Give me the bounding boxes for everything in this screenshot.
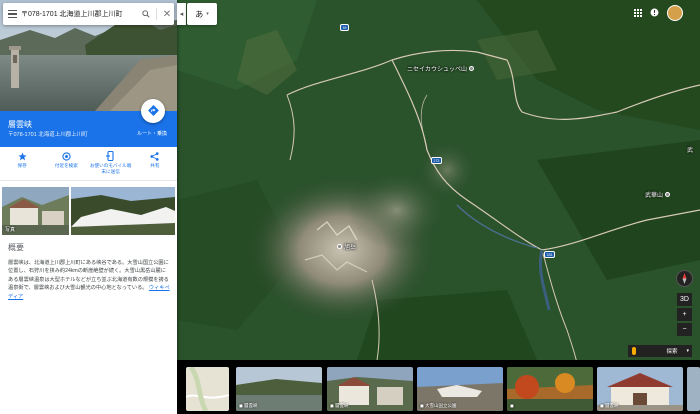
photos-caption: 写真 — [5, 227, 16, 233]
route-shield: 333 — [544, 251, 555, 258]
strip-label: ◼ 層雲峡 — [330, 403, 349, 409]
strip-photo[interactable]: ◼ 層雲峡 — [597, 367, 683, 411]
save-button[interactable]: 保存 — [0, 147, 44, 180]
map-view-thumbnail[interactable] — [186, 367, 229, 411]
mountain-icon — [665, 192, 671, 197]
share-label: 共有 — [150, 163, 160, 168]
search-input[interactable]: 〒078-1701 北海道上川郡上川町 — [21, 9, 139, 19]
share-icon — [150, 151, 160, 161]
summary-heading: 概要 — [8, 243, 24, 252]
search-icon[interactable] — [139, 3, 153, 25]
zoom-out-button[interactable]: − — [677, 323, 692, 336]
poi-asahidake[interactable]: 旭岳 — [337, 242, 356, 251]
search-box[interactable]: 〒078-1701 北海道上川郡上川町 ✕ — [3, 3, 174, 25]
strip-label-text: 層雲峡 — [244, 403, 258, 408]
directions-button[interactable] — [141, 99, 165, 123]
close-icon[interactable]: ✕ — [160, 9, 174, 20]
search-divider — [156, 8, 157, 20]
place-panel: 層雲峡 〒078-1701 北海道上川郡上川町 保存 付近を検索 お使いのモバイ… — [0, 0, 177, 414]
star-icon — [17, 151, 27, 161]
explore-label: 探索 — [666, 349, 678, 355]
notifications-icon[interactable] — [650, 8, 659, 19]
summary-text: 層雲峡は、北海道上川郡上川町にある峡谷である。大雪山国立公園に位置し、石狩川を挟… — [8, 259, 171, 301]
summary-body: 層雲峡は、北海道上川郡上川町にある峡谷である。大雪山国立公園に位置し、石狩川を挟… — [8, 260, 169, 292]
collapse-panel-button[interactable]: ◂ — [177, 3, 186, 25]
save-label: 保存 — [17, 163, 27, 168]
zoom-in-button[interactable]: + — [677, 308, 692, 321]
nearby-button[interactable]: 付近を検索 — [44, 147, 88, 180]
apps-icon[interactable] — [634, 9, 642, 17]
poi-asahidake-label: 旭岳 — [344, 245, 357, 251]
strip-label: ◼ 大雪山国立公園 — [420, 403, 457, 409]
strip-photo[interactable]: ◼ 層雲峡 — [236, 367, 322, 411]
send-to-phone-button[interactable]: お使いのモバイル端末に送信 — [89, 147, 133, 180]
camera-icon: ◼ — [510, 403, 514, 408]
compass-icon[interactable] — [676, 270, 693, 287]
photo-gallery: 写真 — [2, 187, 175, 235]
place-name: 層雲峡 — [8, 120, 32, 129]
poi-mushaka[interactable]: 武華山 — [645, 190, 671, 199]
pegman-icon[interactable] — [632, 347, 636, 355]
route-shield: 273 — [431, 157, 442, 164]
directions-icon — [147, 104, 159, 118]
place-address: 〒078-1701 北海道上川郡上川町 — [8, 132, 88, 138]
strip-photo[interactable] — [687, 367, 700, 411]
strip-label-text: 層雲峡 — [335, 403, 349, 408]
nearby-icon — [61, 151, 71, 161]
account-bar — [634, 4, 683, 22]
tilt-button[interactable]: 3D — [677, 293, 692, 306]
poi-niseikaushuppe[interactable]: ニセイカウシュッペ山 — [407, 64, 475, 73]
route-shield: 39 — [340, 24, 349, 31]
poi-bu-label: 武 — [687, 148, 694, 154]
map-canvas[interactable]: ニセイカウシュッペ山 武華山 武 旭岳 39 273 333 — [177, 0, 700, 414]
mountain-icon — [337, 244, 342, 249]
explore-bar[interactable]: 探索 ▾ — [628, 345, 692, 357]
poi-bu[interactable]: 武 — [687, 145, 693, 154]
poi-mushaka-label: 武華山 — [645, 193, 664, 199]
strip-photo[interactable]: ◼ 大雪山国立公園 — [417, 367, 503, 411]
chevron-down-icon: ▾ — [206, 11, 209, 17]
send-to-phone-label: お使いのモバイル端末に送信 — [89, 163, 132, 174]
strip-photo[interactable]: ◼ — [507, 367, 593, 411]
language-button[interactable]: あ ▾ — [187, 3, 217, 25]
photo-thumbnail[interactable] — [71, 187, 175, 235]
photo-strip: ◼ 層雲峡 ◼ 層雲峡 ◼ 大雪山国立公園 ◼ ◼ 層雲峡 — [177, 360, 700, 414]
action-bar: 保存 付近を検索 お使いのモバイル端末に送信 共有 — [0, 147, 177, 181]
menu-icon[interactable] — [3, 3, 21, 25]
share-button[interactable]: 共有 — [133, 147, 177, 180]
language-label: あ — [195, 9, 204, 19]
mountain-icon — [469, 66, 475, 71]
strip-label: ◼ 層雲峡 — [600, 403, 619, 409]
strip-label: ◼ 層雲峡 — [239, 403, 258, 409]
strip-label-text: 大雪山国立公園 — [425, 403, 457, 408]
strip-photo[interactable]: ◼ 層雲峡 — [327, 367, 413, 411]
strip-label: ◼ — [510, 403, 514, 409]
poi-niseikaushuppe-label: ニセイカウシュッペ山 — [407, 67, 468, 73]
directions-label: ルート・乗換 — [137, 131, 168, 137]
photo-thumbnail[interactable]: 写真 — [2, 187, 69, 235]
send-to-phone-icon — [106, 151, 116, 161]
nearby-label: 付近を検索 — [54, 163, 78, 168]
strip-label-text: 層雲峡 — [605, 403, 619, 408]
avatar[interactable] — [667, 5, 683, 21]
chevron-down-icon: ▾ — [686, 348, 689, 354]
satellite-imagery — [177, 0, 700, 414]
